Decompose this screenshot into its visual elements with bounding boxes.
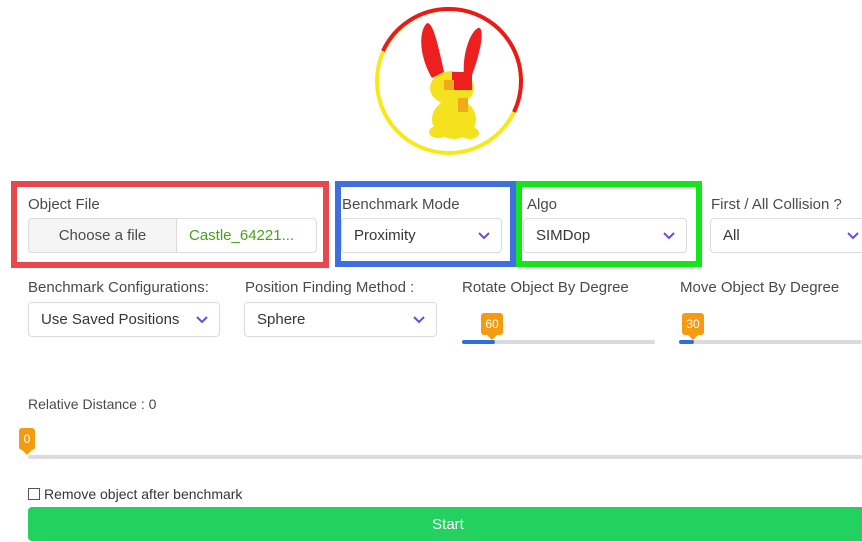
relative-distance-slider[interactable] bbox=[28, 455, 862, 459]
rabbit-logo bbox=[375, 6, 523, 155]
object-file-label: Object File bbox=[28, 196, 100, 213]
move-slider-fill bbox=[679, 340, 694, 344]
chevron-down-icon bbox=[196, 315, 208, 323]
algo-value: SIMDop bbox=[536, 227, 591, 244]
remove-object-checkbox[interactable]: Remove object after benchmark bbox=[28, 486, 242, 502]
rotate-value-tooltip: 60 bbox=[481, 313, 503, 340]
collision-select[interactable]: All bbox=[710, 218, 862, 253]
chevron-down-icon bbox=[478, 231, 490, 239]
position-method-select[interactable]: Sphere bbox=[244, 302, 437, 337]
algo-select[interactable]: SIMDop bbox=[523, 218, 687, 253]
checkbox-box[interactable] bbox=[28, 488, 40, 500]
move-value-tooltip: 30 bbox=[682, 313, 704, 340]
move-slider[interactable] bbox=[679, 340, 862, 344]
remove-object-label: Remove object after benchmark bbox=[44, 486, 243, 502]
relative-distance-label: Relative Distance : 0 bbox=[28, 396, 157, 412]
benchmark-mode-select[interactable]: Proximity bbox=[341, 218, 502, 253]
benchmark-config-select[interactable]: Use Saved Positions bbox=[28, 302, 220, 337]
position-method-value: Sphere bbox=[257, 311, 306, 328]
algo-label: Algo bbox=[527, 196, 558, 213]
benchmark-config-value: Use Saved Positions bbox=[41, 311, 180, 328]
selected-file-name: Castle_64221... bbox=[189, 227, 295, 244]
rotate-slider[interactable] bbox=[462, 340, 655, 344]
chevron-down-icon bbox=[847, 231, 859, 239]
benchmark-config-label: Benchmark Configurations: bbox=[28, 279, 209, 296]
rotate-slider-fill bbox=[462, 340, 495, 344]
rotate-label: Rotate Object By Degree bbox=[462, 279, 629, 296]
move-label: Move Object By Degree bbox=[680, 279, 840, 296]
benchmark-mode-value: Proximity bbox=[354, 227, 416, 244]
start-button[interactable]: Start bbox=[28, 507, 862, 541]
relative-distance-tooltip: 0 bbox=[19, 428, 35, 455]
chevron-down-icon bbox=[413, 315, 425, 323]
collision-value: All bbox=[723, 227, 740, 244]
benchmark-mode-label: Benchmark Mode bbox=[342, 196, 460, 213]
chevron-down-icon bbox=[663, 231, 675, 239]
position-method-label: Position Finding Method : bbox=[245, 279, 415, 296]
choose-file-button[interactable]: Choose a file bbox=[29, 219, 177, 252]
collision-label: First / All Collision ? bbox=[711, 196, 842, 213]
object-file-input[interactable]: Choose a file Castle_64221... bbox=[28, 218, 317, 253]
